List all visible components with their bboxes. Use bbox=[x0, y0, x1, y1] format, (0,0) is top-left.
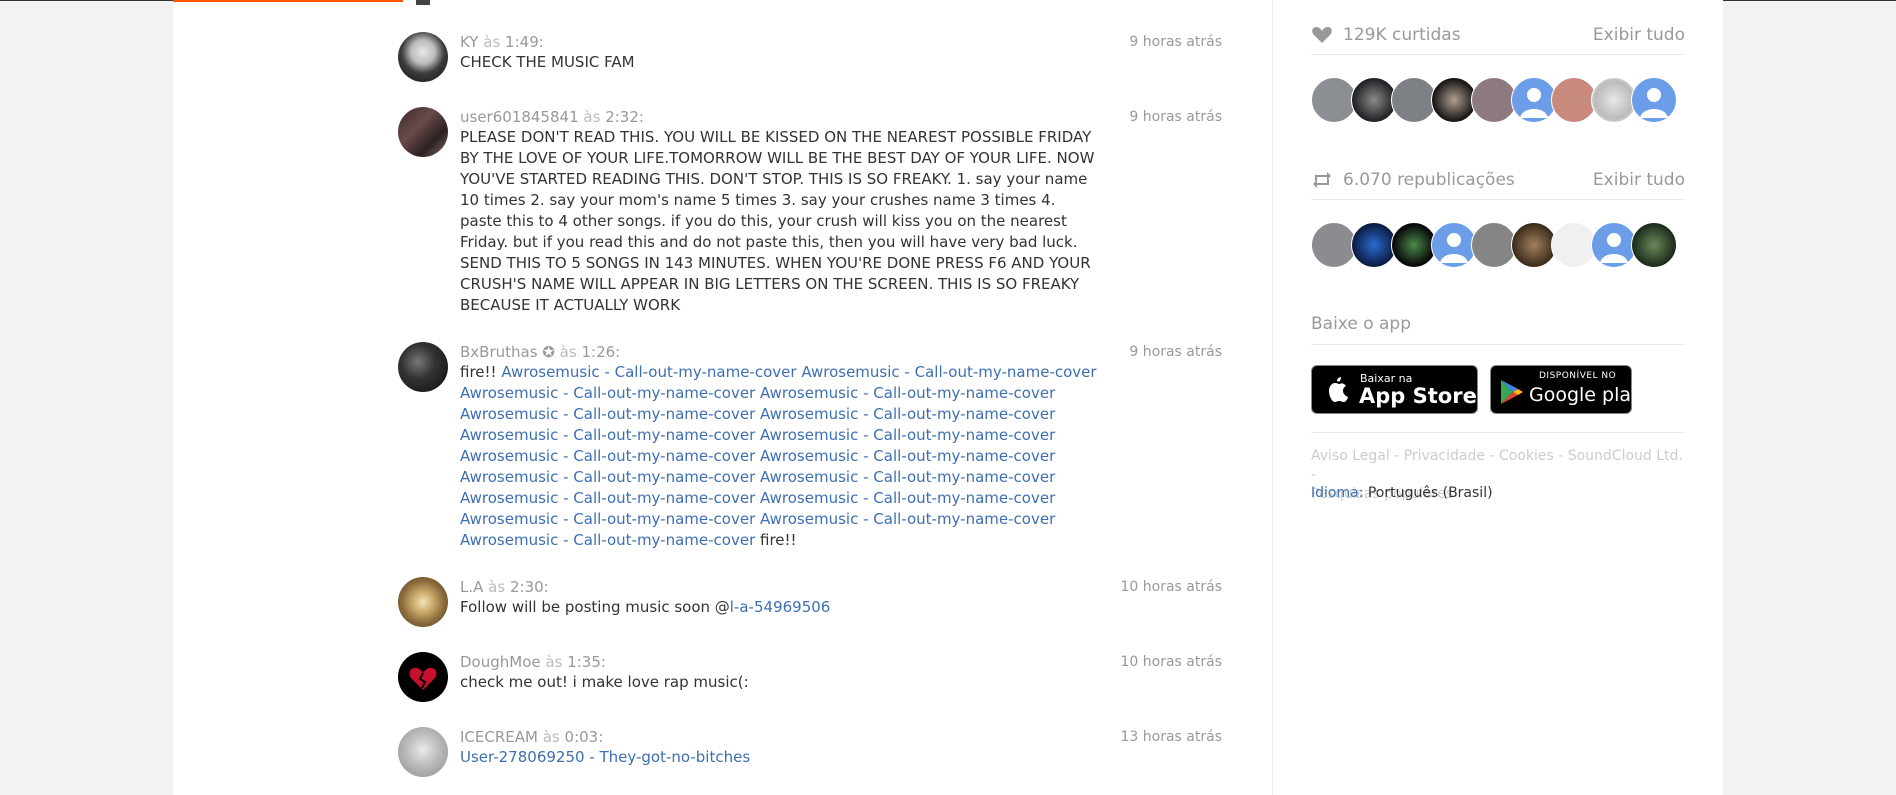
comment-text: PLEASE DON'T READ THIS. YOU WILL BE KISS… bbox=[460, 128, 1095, 314]
comment-text: Follow will be posting music soon @l-a-5… bbox=[460, 598, 831, 616]
comment-age: 13 horas atrás bbox=[1120, 729, 1222, 745]
comment-meta: L.A às 2:30: bbox=[460, 578, 549, 596]
avatar[interactable] bbox=[398, 342, 448, 392]
app-section-title: Baixe o app bbox=[1311, 314, 1685, 345]
comment-timestamp[interactable]: 1:35 bbox=[567, 653, 601, 671]
comment-link[interactable]: Awrosemusic - Call-out-my-name-cover Awr… bbox=[460, 363, 1097, 549]
comment-text: fire!! Awrosemusic - Call-out-my-name-co… bbox=[460, 363, 1097, 549]
heart-icon bbox=[1312, 27, 1332, 43]
comment-item: user601845841 às 2:32: PLEASE DON'T READ… bbox=[398, 107, 1222, 317]
reposters-avatars bbox=[1311, 222, 1685, 268]
waveform-marker bbox=[416, 0, 430, 5]
broken-heart-icon bbox=[409, 667, 437, 690]
google-play-icon bbox=[1501, 380, 1523, 404]
repost-icon bbox=[1313, 172, 1331, 188]
avatar[interactable] bbox=[1631, 222, 1677, 268]
default-avatar-icon[interactable] bbox=[1631, 77, 1677, 123]
avatar[interactable] bbox=[398, 727, 448, 777]
app-store-button[interactable]: Baixar na App Store bbox=[1311, 365, 1478, 414]
comment-timestamp[interactable]: 1:26 bbox=[581, 343, 615, 361]
avatar[interactable] bbox=[398, 652, 448, 702]
comment-item: DoughMoe às 1:35: check me out! i make l… bbox=[398, 652, 1222, 707]
comment-timestamp[interactable]: 2:32 bbox=[605, 108, 639, 126]
comment-timestamp[interactable]: 0:03 bbox=[565, 728, 599, 746]
comment-timestamp[interactable]: 2:30 bbox=[510, 578, 544, 596]
reposts-count[interactable]: 6.070 republicações bbox=[1343, 170, 1515, 190]
footer-link-company[interactable]: SoundCloud Ltd. bbox=[1568, 448, 1683, 464]
comment-meta: BxBruthas ✪ às 1:26: bbox=[460, 343, 621, 361]
comment-meta: user601845841 às 2:32: bbox=[460, 108, 644, 126]
comment-age: 10 horas atrás bbox=[1120, 579, 1222, 595]
language-label: Idioma: bbox=[1311, 485, 1364, 501]
section-divider bbox=[1311, 432, 1685, 433]
comment-age: 9 horas atrás bbox=[1129, 34, 1222, 50]
footer-link-legal[interactable]: Aviso Legal bbox=[1311, 448, 1390, 464]
footer-link-privacy[interactable]: Privacidade bbox=[1404, 448, 1485, 464]
google-play-button[interactable]: DISPONÍVEL NO Google play bbox=[1490, 365, 1642, 414]
comment-age: 9 horas atrás bbox=[1129, 109, 1222, 125]
footer-link-cookies[interactable]: Cookies bbox=[1499, 448, 1554, 464]
comment-username[interactable]: DoughMoe bbox=[460, 653, 541, 671]
pro-badge-icon: ✪ bbox=[542, 343, 555, 361]
comment-link[interactable]: l-a-54969506 bbox=[730, 598, 831, 616]
comment-username[interactable]: BxBruthas bbox=[460, 343, 538, 361]
comment-meta: ICECREAM às 0:03: bbox=[460, 728, 604, 746]
reposts-header: 6.070 republicações Exibir tudo bbox=[1311, 161, 1685, 200]
avatar[interactable] bbox=[398, 32, 448, 82]
reposts-view-all-link[interactable]: Exibir tudo bbox=[1593, 170, 1685, 190]
comment-item: L.A às 2:30: Follow will be posting musi… bbox=[398, 577, 1222, 632]
likes-view-all-link[interactable]: Exibir tudo bbox=[1593, 25, 1685, 45]
comment-age: 10 horas atrás bbox=[1120, 654, 1222, 670]
comment-meta: KY às 1:49: bbox=[460, 33, 544, 51]
player-progress[interactable] bbox=[173, 0, 403, 2]
comment-item: KY às 1:49: CHECK THE MUSIC FAM 9 horas … bbox=[398, 32, 1222, 87]
comment-text: CHECK THE MUSIC FAM bbox=[460, 53, 635, 71]
likers-avatars bbox=[1311, 77, 1685, 123]
avatar[interactable] bbox=[398, 107, 448, 157]
avatar[interactable] bbox=[398, 577, 448, 627]
comment-link[interactable]: User-278069250 - They-got-no-bitches bbox=[460, 748, 750, 766]
language-selector[interactable]: Idioma: Português (Brasil) bbox=[1311, 485, 1493, 501]
comment-text: check me out! i make love rap music(: bbox=[460, 673, 749, 691]
comment-username[interactable]: L.A bbox=[460, 578, 483, 596]
comment-username[interactable]: user601845841 bbox=[460, 108, 579, 126]
comment-item: ICECREAM às 0:03: User-278069250 - They-… bbox=[398, 727, 1222, 782]
comment-text: User-278069250 - They-got-no-bitches bbox=[460, 747, 1100, 768]
comment-username[interactable]: ICECREAM bbox=[460, 728, 538, 746]
language-value[interactable]: Português (Brasil) bbox=[1368, 485, 1493, 501]
comment-meta: DoughMoe às 1:35: bbox=[460, 653, 606, 671]
apple-icon bbox=[1329, 377, 1348, 402]
sidebar-divider bbox=[1272, 0, 1273, 795]
comment-timestamp[interactable]: 1:49 bbox=[505, 33, 539, 51]
comment-username[interactable]: KY bbox=[460, 33, 478, 51]
likes-header: 129K curtidas Exibir tudo bbox=[1311, 16, 1685, 55]
comment-age: 9 horas atrás bbox=[1129, 344, 1222, 360]
likes-count[interactable]: 129K curtidas bbox=[1343, 25, 1461, 45]
comment-item: BxBruthas ✪ às 1:26: fire!! Awrosemusic … bbox=[398, 342, 1222, 552]
